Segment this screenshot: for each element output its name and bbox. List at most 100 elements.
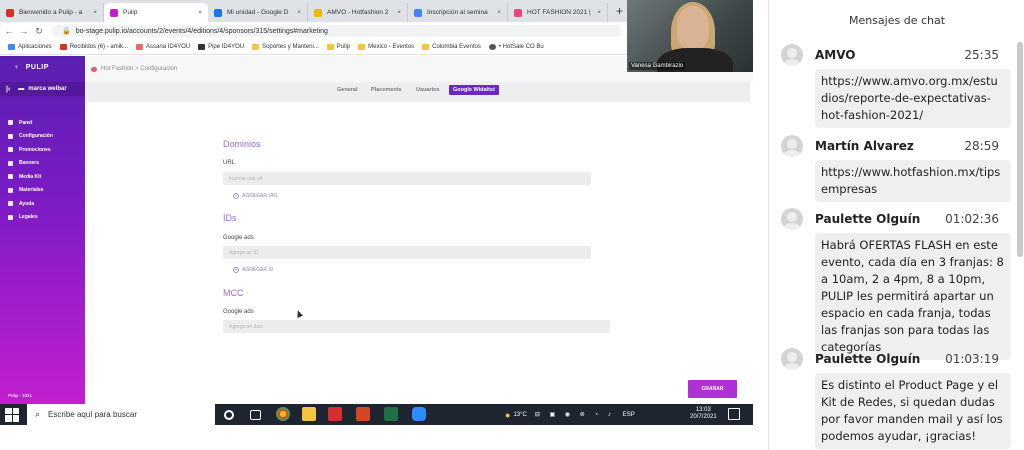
notification-icon[interactable]: [728, 408, 740, 420]
add-id-button[interactable]: + AGREGAR ID: [233, 267, 273, 273]
taskbar-clock[interactable]: 13:03 20/7/2021: [690, 407, 717, 421]
close-icon[interactable]: ×: [89, 9, 97, 16]
google-ads-mcc-input[interactable]: Agrega un dato: [223, 320, 610, 333]
zoom-app-icon[interactable]: [412, 407, 426, 421]
sidebar-item-promociones[interactable]: Promociones: [8, 143, 53, 157]
bookmark-pipe[interactable]: Pipe ID4YOU: [198, 44, 244, 50]
collapse-icon[interactable]: |‹: [6, 86, 10, 93]
legal-icon: [8, 214, 13, 220]
browser-tab-amvo[interactable]: AMVO - Hotfashion 2 ×: [308, 3, 408, 22]
temperature: 13°C: [513, 411, 527, 418]
promo-icon: [8, 147, 13, 153]
language-indicator[interactable]: ESP: [623, 412, 635, 418]
close-icon[interactable]: ×: [293, 9, 301, 16]
sidebar-item-panel[interactable]: Panel: [8, 116, 53, 130]
lock-icon: 🔒: [62, 28, 71, 35]
drive-icon: [214, 8, 222, 17]
acrobat-icon[interactable]: [328, 407, 342, 421]
sidebar-item-media-kit[interactable]: Media Kit: [8, 170, 53, 184]
google-ads-id-input[interactable]: Agrega un ID: [223, 246, 591, 259]
file-explorer-icon[interactable]: [302, 407, 316, 421]
new-tab-icon[interactable]: +: [616, 4, 623, 18]
sidebar-item-ayuda[interactable]: Ayuda: [8, 197, 53, 211]
reload-icon[interactable]: ↻: [33, 26, 45, 37]
url-field[interactable]: 🔒 bo-stage.pulip.io/accounts/2/events/4/e…: [52, 25, 622, 37]
tab-google-widaltst[interactable]: Google Widaltst: [449, 85, 499, 95]
bookmark-hotsale[interactable]: • HotSale CO Bu: [488, 44, 544, 50]
browser-tab-pulip[interactable]: Pulip ×: [104, 3, 208, 22]
tab-usuarios[interactable]: Usuarios: [416, 87, 440, 93]
windows-start-icon[interactable]: [5, 407, 19, 422]
close-icon[interactable]: ×: [493, 9, 501, 16]
sidebar-item-legales[interactable]: Legales: [8, 211, 53, 225]
task-view-icon[interactable]: [250, 410, 261, 420]
taskbar-search[interactable]: ⌕ Escribe aquí para buscar: [27, 404, 215, 425]
settings-icon: [8, 133, 13, 139]
sidebar-footer: Pulip - 2021: [8, 393, 33, 398]
sidebar-item-configuracion[interactable]: Configuración: [8, 130, 53, 144]
close-icon[interactable]: ×: [393, 9, 401, 16]
excel-icon[interactable]: [384, 407, 398, 421]
url-label: URL: [223, 160, 236, 166]
tab-general[interactable]: General: [337, 87, 357, 93]
chat-panel: Mensajes de chat AMVO 25:35 https://www.…: [768, 0, 1024, 450]
sidebar-menu: Panel Configuración Promociones Banners …: [8, 116, 53, 224]
message-time: 25:35: [964, 48, 999, 62]
message-text[interactable]: https://www.amvo.org.mx/estudios/reporte…: [815, 69, 1011, 128]
chrome-icon[interactable]: [276, 407, 290, 421]
folder-icon: [358, 44, 366, 50]
cortana-icon[interactable]: [224, 410, 234, 420]
plus-icon: +: [233, 193, 239, 199]
bookmark-mexico[interactable]: Mexico - Eventos: [358, 44, 414, 50]
webcam-name: Vanesa Gambirazio: [629, 62, 686, 70]
materials-icon: [8, 187, 13, 193]
sidebar-item-materiales[interactable]: Materiales: [8, 184, 53, 198]
bookmark-soportes[interactable]: Soportes y Manteni...: [252, 44, 319, 50]
brand-selector[interactable]: |‹ ▬ marca welbar: [0, 82, 85, 96]
chat-title: Mensajes de chat: [848, 14, 946, 27]
document-icon: [314, 8, 322, 17]
folder-icon: [422, 44, 430, 50]
browser-tab-pulip-welcome[interactable]: Bienvenido a Pulip - a ×: [0, 3, 104, 22]
message-text: Es distinto el Product Page y el Kit de …: [815, 373, 1011, 449]
windows-taskbar: ⌕ Escribe aquí para buscar ● 13°C ⊟ ▣ ◉ ⊚…: [0, 404, 753, 425]
powerpoint-icon[interactable]: [356, 407, 370, 421]
folder-icon: [252, 44, 260, 50]
bookmark-asana[interactable]: Assana ID4YOU: [136, 44, 190, 50]
close-icon[interactable]: ×: [194, 9, 202, 16]
google-ads-id-label: Google ads: [223, 235, 254, 241]
apps-grid-icon: [8, 44, 15, 50]
breadcrumb: Hot Fashion > Configuración: [91, 66, 177, 72]
add-url-button[interactable]: + AGREGAR URL: [233, 193, 278, 199]
bookmark-apps[interactable]: Aplicaciones: [8, 44, 52, 50]
bookmark-colombia[interactable]: Colombia Eventos: [422, 44, 481, 50]
save-button[interactable]: GRABAR: [688, 380, 737, 398]
browser-tab-inscripcion[interactable]: Inscripción al semina ×: [408, 3, 508, 22]
panel-icon: [8, 120, 13, 126]
weather-icon: ●: [505, 409, 511, 420]
avatar: [781, 348, 803, 370]
help-icon: [8, 201, 13, 207]
forward-icon[interactable]: →: [18, 26, 30, 36]
bookmark-gmail[interactable]: Recibidos (6) - amik...: [59, 44, 128, 50]
chat-scrollbar[interactable]: [1017, 42, 1023, 257]
screen-share: Bienvenido a Pulip - a × Pulip × Mi unidad…: [0, 0, 753, 425]
asana-icon: [136, 44, 144, 50]
browser-tab-drive[interactable]: Mi unidad - Google D ×: [208, 3, 308, 22]
section-title-mcc: MCC: [223, 288, 244, 298]
browser-tab-hotfashion[interactable]: HOT FASHION 2021 | ×: [508, 3, 608, 22]
back-icon[interactable]: ←: [3, 26, 15, 36]
avatar: [781, 135, 803, 157]
settings-tabs: General Placements Usuarios Google Widal…: [85, 82, 750, 102]
sender-name: Paulette Olguín: [815, 352, 921, 366]
sender-name: Martín Alvarez: [815, 139, 914, 153]
hotfashion-icon: [514, 8, 522, 17]
message-text[interactable]: https://www.hotfashion.mx/tipsempresas: [815, 160, 1011, 202]
close-icon[interactable]: ×: [593, 9, 601, 16]
sidebar-item-banners[interactable]: Banners: [8, 157, 53, 171]
url-input[interactable]: Ingrese una url: [223, 172, 591, 185]
bookmark-pulip[interactable]: Pulip: [326, 44, 350, 50]
search-icon: ⌕: [35, 409, 41, 419]
tab-placements[interactable]: Placements: [371, 87, 402, 93]
tray-icons: ⊟ ▣ ◉ ⊚ ◔ ♪: [534, 412, 615, 418]
